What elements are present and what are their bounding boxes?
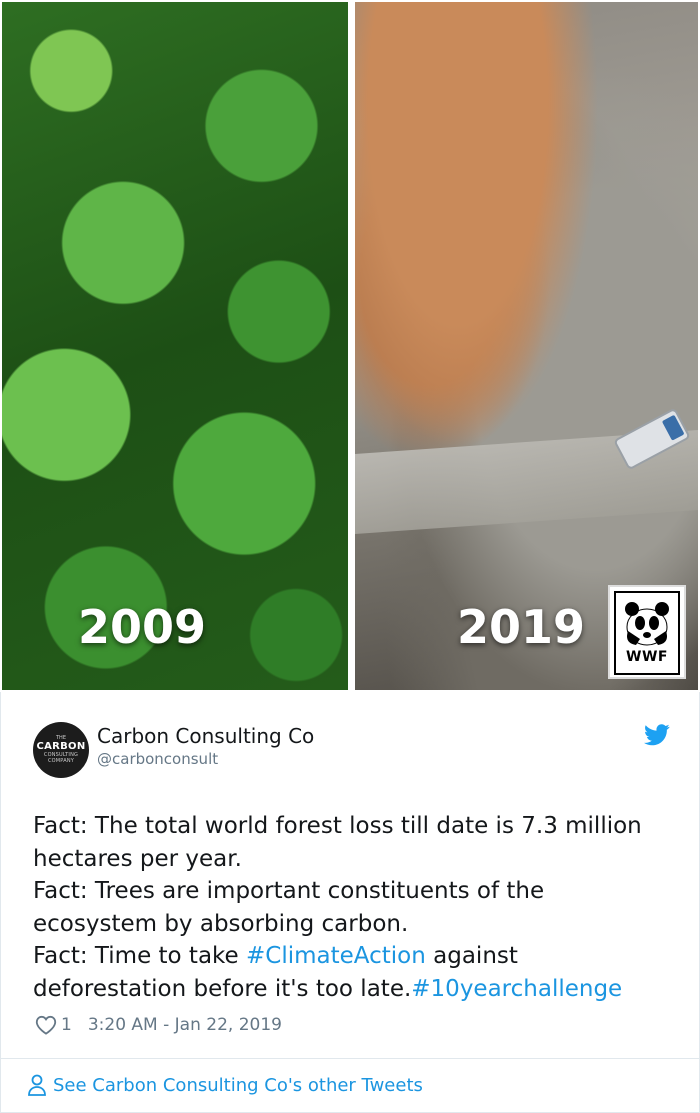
- user-icon: [28, 1074, 46, 1096]
- author-handle[interactable]: @carbonconsult: [97, 750, 218, 768]
- wwf-logo-text: WWF: [626, 649, 668, 665]
- avatar[interactable]: THE CARBON CONSULTING COMPANY: [33, 722, 89, 778]
- forest-2009-image: 2009: [2, 2, 348, 690]
- avatar-text-4: COMPANY: [47, 758, 75, 764]
- tweet-body: THE CARBON CONSULTING COMPANY Carbon Con…: [0, 692, 700, 1113]
- tweet-line-5: Fact: Time to take #ClimateAction agains…: [33, 940, 683, 973]
- tweet-line-2: hectares per year.: [33, 845, 242, 872]
- author-name[interactable]: Carbon Consulting Co: [97, 724, 314, 748]
- tweet-line-6: deforestation before it's too late.#10ye…: [33, 973, 683, 1006]
- tweet-line-6-pre: deforestation before it's too late.: [33, 975, 412, 1002]
- panda-logo-icon: [625, 602, 669, 646]
- other-tweets-label: See Carbon Consulting Co's other Tweets: [53, 1074, 423, 1096]
- tweet-text: Fact: The total world forest loss till d…: [33, 810, 683, 1005]
- year-label-2019: 2019: [457, 600, 586, 654]
- other-tweets-link[interactable]: See Carbon Consulting Co's other Tweets: [27, 1074, 423, 1096]
- tweet-line-4: ecosystem by absorbing carbon.: [33, 910, 409, 937]
- like-count[interactable]: 1: [61, 1015, 72, 1035]
- year-label-2009: 2009: [78, 600, 207, 654]
- tweet-line-5-post: against: [425, 943, 518, 969]
- tweet-line-5-pre: Fact: Time to take: [33, 943, 247, 969]
- wwf-logo: WWF: [608, 585, 686, 679]
- divider: [1, 1058, 699, 1059]
- tweet-media[interactable]: 2009 2019 WWF: [0, 0, 700, 692]
- hashtag-10yearchallenge[interactable]: #10yearchallenge: [411, 976, 622, 1002]
- heart-icon[interactable]: [35, 1015, 57, 1035]
- tweet-timestamp[interactable]: 3:20 AM - Jan 22, 2019: [88, 1015, 282, 1035]
- tweet-line-3: Fact: Trees are important constituents o…: [33, 878, 545, 904]
- hashtag-climateaction[interactable]: #ClimateAction: [246, 943, 426, 969]
- twitter-bird-icon[interactable]: [644, 724, 670, 746]
- embedded-tweet-card: 2009 2019 WWF THE CARBON CONSULTING COMP…: [0, 0, 700, 1113]
- deforested-2019-image: 2019 WWF: [355, 2, 698, 690]
- avatar-text-2: CARBON: [36, 741, 86, 752]
- tweet-meta: 1 3:20 AM - Jan 22, 2019: [35, 1012, 282, 1038]
- tweet-line-1: Fact: The total world forest loss till d…: [33, 813, 642, 839]
